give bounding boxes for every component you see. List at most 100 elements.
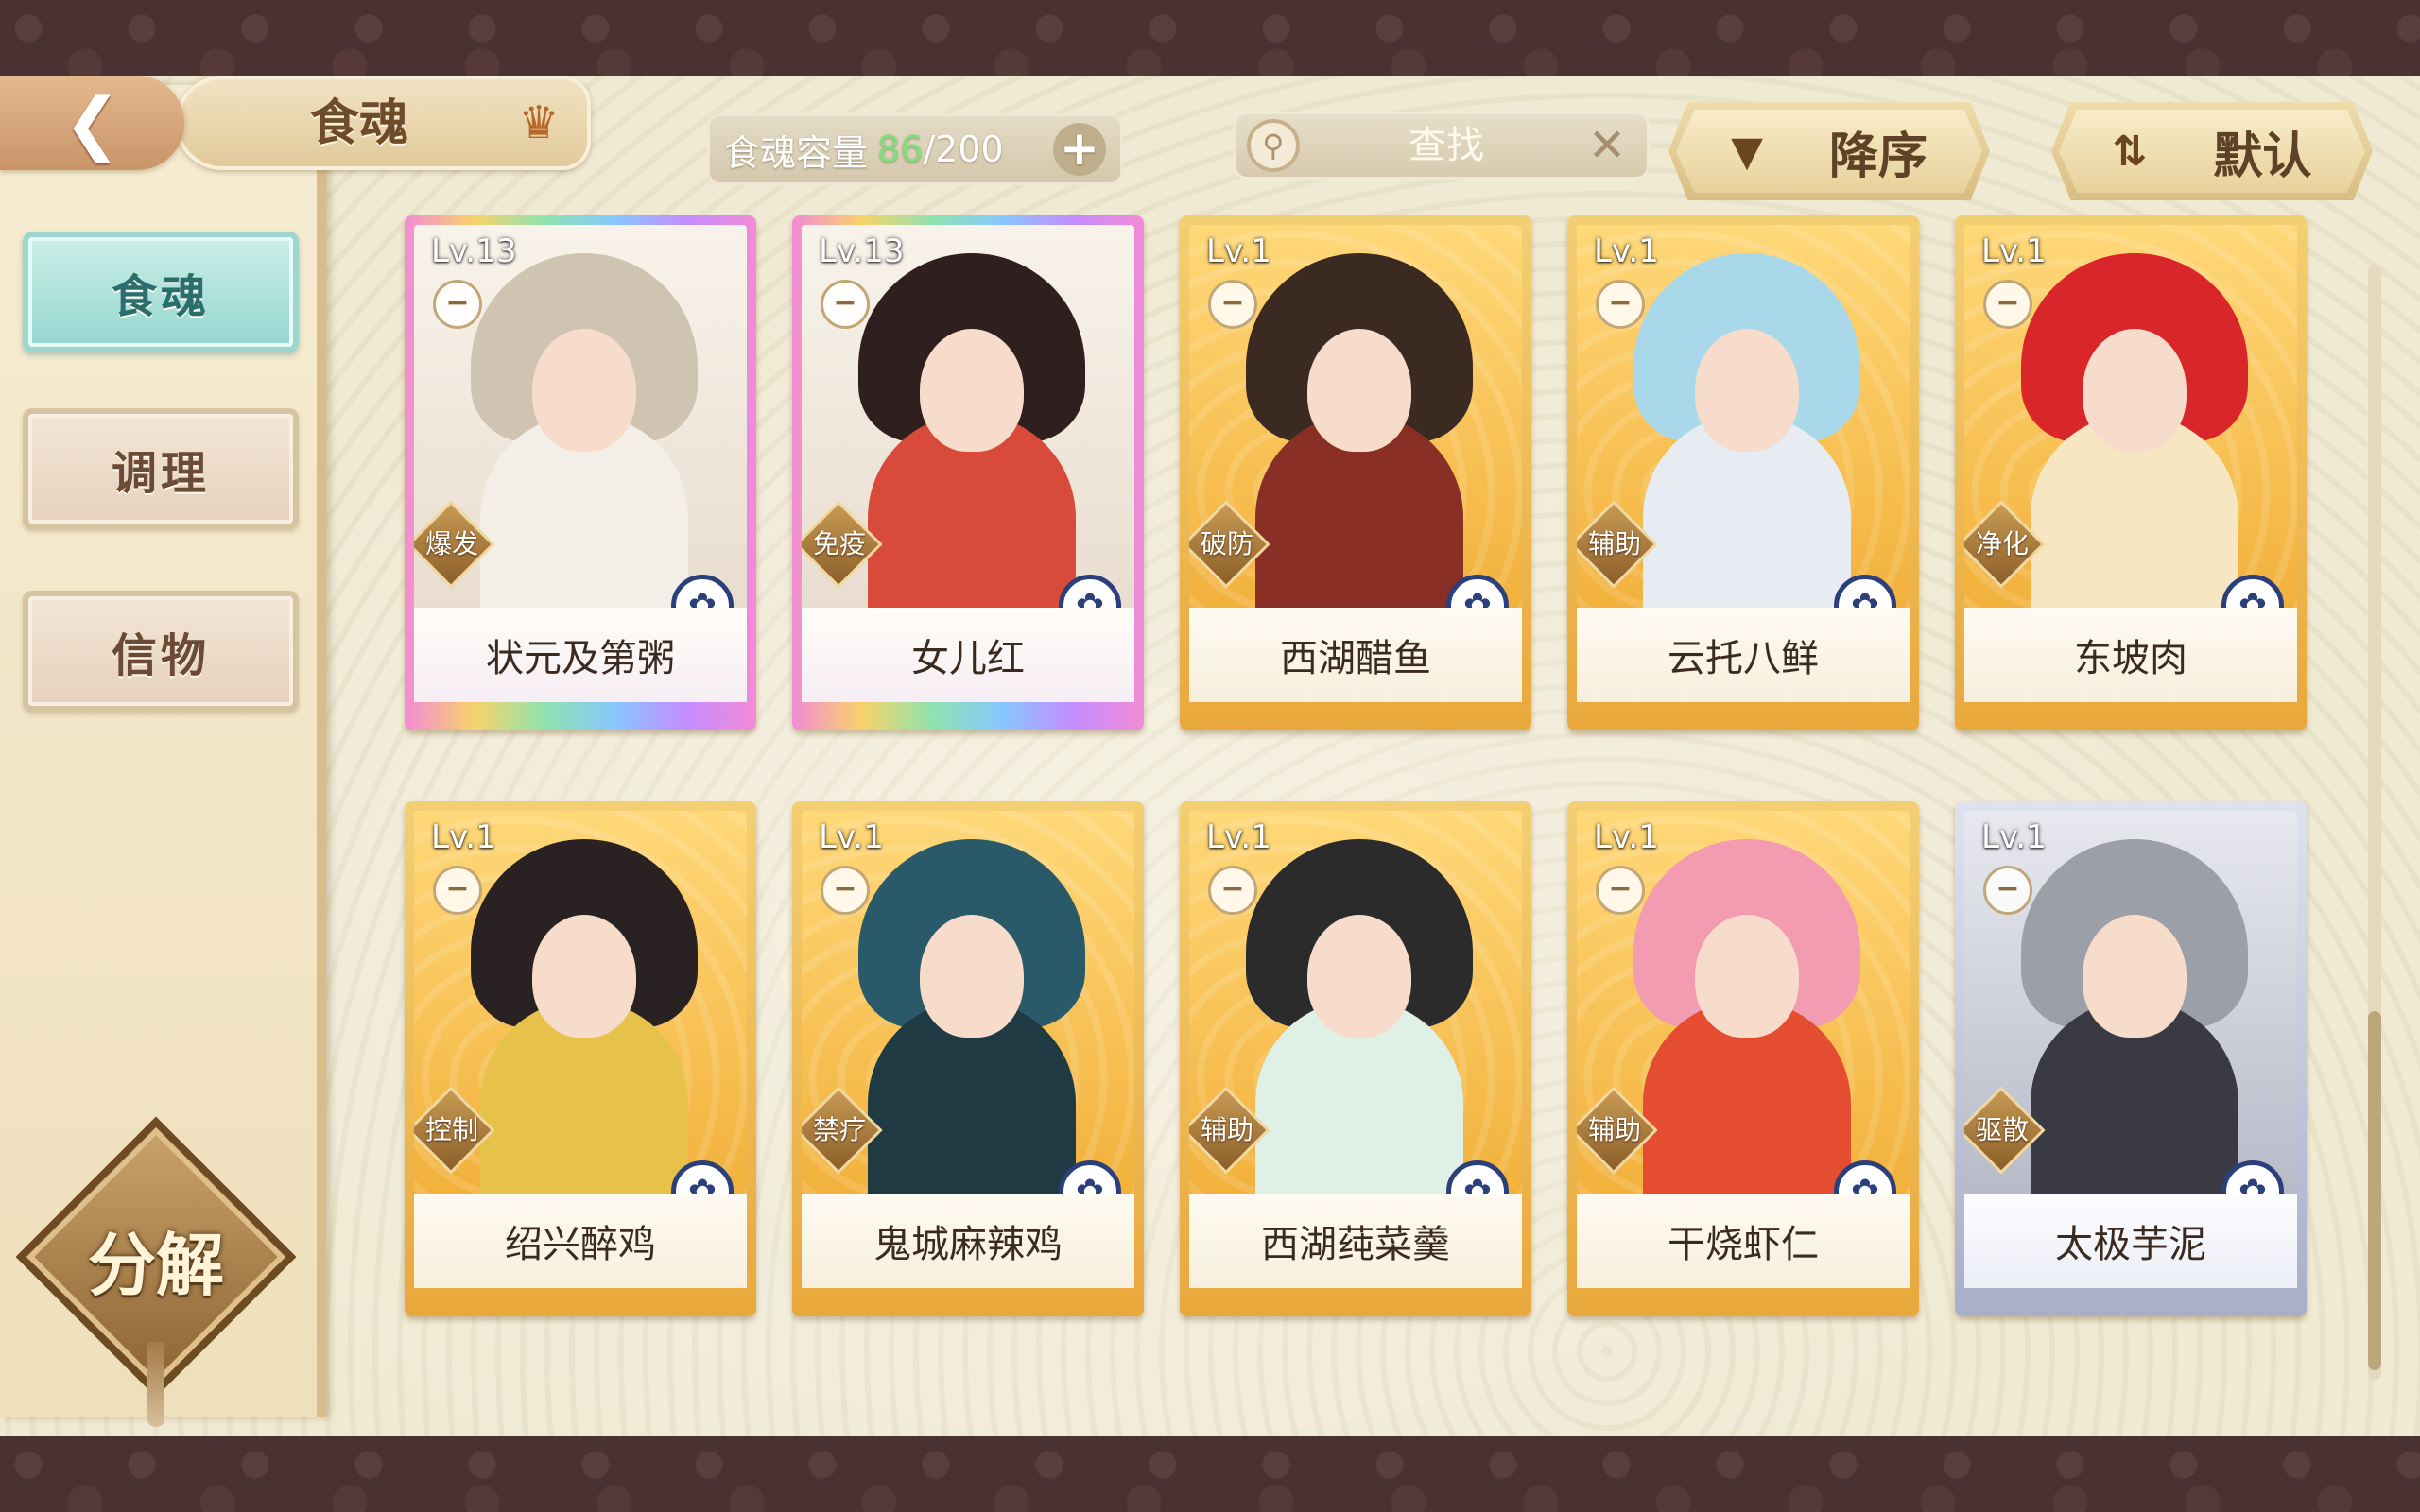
character-face (532, 329, 636, 452)
pot-icon: − (1208, 280, 1257, 329)
food-soul-card[interactable]: Lv.1−辅助๑๑๑๑๑✿干烧虾仁 (1567, 801, 1919, 1316)
bottom-border (0, 1436, 2420, 1512)
type-label: 驱散 (1975, 1114, 2029, 1145)
card-name: 女儿红 (802, 608, 1134, 702)
star-icon: ๑ (2045, 596, 2066, 608)
sidebar-item-tokens[interactable]: 信物 (23, 591, 299, 712)
star-icon: ๑ (1214, 596, 1235, 608)
character-face (1307, 329, 1411, 452)
sidebar-item-conditioning[interactable]: 调理 (23, 408, 299, 529)
tassel-decoration (147, 1342, 164, 1427)
star-rating: ๑๑๑๑๑ (1214, 589, 1308, 608)
crown-icon[interactable]: ♛ (501, 94, 577, 151)
card-level: Lv.1 (1981, 818, 2047, 856)
star-icon: ๑ (458, 1182, 478, 1194)
back-button[interactable]: ❮ (0, 76, 184, 170)
card-level: Lv.1 (1594, 232, 1659, 270)
star-rating: ๑๑๑๑๑ (439, 1175, 533, 1194)
search-icon: ⚲ (1247, 119, 1300, 172)
star-icon: ๑ (1288, 596, 1308, 608)
star-rating: ๑๑๑๑๑ (1989, 589, 2083, 608)
card-name: 云托八鲜 (1577, 608, 1910, 702)
clear-search-icon[interactable]: ✕ (1583, 117, 1631, 174)
card-level: Lv.1 (819, 818, 884, 856)
star-icon: ๑ (882, 596, 903, 608)
food-soul-card[interactable]: Lv.1−辅助๑๑๑๑๑✿云托八鲜 (1567, 215, 1919, 730)
star-icon: ๑ (475, 1182, 496, 1194)
card-name: 鬼城麻辣鸡 (802, 1194, 1134, 1288)
add-capacity-button[interactable]: + (1053, 123, 1106, 176)
star-rating: ๑๑๑๑๑ (826, 1175, 921, 1194)
card-level: Lv.1 (1594, 818, 1659, 856)
star-rating: ๑๑๑๑๑ (826, 589, 921, 608)
character-art: Lv.1−净化๑๑๑๑๑✿ (1964, 225, 2297, 608)
food-soul-card[interactable]: Lv.1−辅助๑๑๑๑๑✿西湖莼菜羹 (1180, 801, 1531, 1316)
type-label: 控制 (424, 1114, 478, 1145)
star-icon: ๑ (494, 1182, 515, 1194)
search-input[interactable] (1309, 117, 1583, 174)
star-icon: ๑ (845, 1182, 866, 1194)
card-name: 西湖醋鱼 (1189, 608, 1522, 702)
food-soul-grid: Lv.13−爆发๑๑๑๑๑✿状元及第粥Lv.13−免疫๑๑๑๑๑✿女儿红Lv.1… (405, 215, 2314, 1331)
star-icon: ๑ (1270, 1182, 1290, 1194)
type-label: 免疫 (812, 528, 866, 559)
character-face (2083, 329, 2187, 452)
star-icon: ๑ (439, 596, 459, 608)
card-level: Lv.1 (431, 818, 496, 856)
character-art: Lv.1−辅助๑๑๑๑๑✿ (1189, 811, 1522, 1194)
star-icon: ๑ (1233, 596, 1253, 608)
star-icon: ๑ (1638, 596, 1659, 608)
character-art: Lv.1−控制๑๑๑๑๑✿ (414, 811, 747, 1194)
star-icon: ๑ (900, 596, 921, 608)
scrollbar[interactable] (2368, 265, 2381, 1380)
star-icon: ๑ (863, 596, 884, 608)
star-rating: ๑๑๑๑๑ (1214, 1175, 1308, 1194)
type-label: 辅助 (1587, 1114, 1641, 1145)
character-art: Lv.1−辅助๑๑๑๑๑✿ (1577, 811, 1910, 1194)
food-soul-card[interactable]: Lv.1−驱散๑๑๑๑๑✿太极芋泥 (1955, 801, 2307, 1316)
decompose-label[interactable]: 分解 (57, 1202, 255, 1315)
star-icon: ๑ (1620, 1182, 1641, 1194)
character-face (532, 915, 636, 1038)
star-icon: ๑ (1214, 1182, 1235, 1194)
star-icon: ๑ (1620, 596, 1641, 608)
star-icon: ๑ (512, 596, 533, 608)
pot-icon: − (1983, 280, 2032, 329)
capacity-max: /200 (923, 129, 1004, 170)
character-face (920, 915, 1024, 1038)
character-art: Lv.1−禁疗๑๑๑๑๑✿ (802, 811, 1134, 1194)
character-face (1695, 915, 1799, 1038)
star-icon: ๑ (2045, 1182, 2066, 1194)
food-soul-card[interactable]: Lv.13−爆发๑๑๑๑๑✿状元及第粥 (405, 215, 756, 730)
type-label: 破防 (1200, 528, 1253, 559)
star-icon: ๑ (494, 596, 515, 608)
card-level: Lv.1 (1206, 818, 1271, 856)
star-icon: ๑ (512, 1182, 533, 1194)
sidebar-item-food-souls[interactable]: 食魂 (23, 232, 299, 352)
food-soul-card[interactable]: Lv.1−净化๑๑๑๑๑✿东坡肉 (1955, 215, 2307, 730)
star-icon: ๑ (900, 1182, 921, 1194)
type-label: 辅助 (1200, 1114, 1253, 1145)
top-border (0, 0, 2420, 76)
star-icon: ๑ (1270, 596, 1290, 608)
card-name: 绍兴醉鸡 (414, 1194, 747, 1288)
star-icon: ๑ (1675, 1182, 1696, 1194)
food-soul-card[interactable]: Lv.13−免疫๑๑๑๑๑✿女儿红 (792, 215, 1144, 730)
character-face (2083, 915, 2187, 1038)
triangle-down-icon: ▼ (1731, 127, 1763, 176)
star-icon: ๑ (845, 596, 866, 608)
food-soul-card[interactable]: Lv.1−控制๑๑๑๑๑✿绍兴醉鸡 (405, 801, 756, 1316)
star-icon: ๑ (2026, 596, 2047, 608)
character-art: Lv.1−辅助๑๑๑๑๑✿ (1577, 225, 1910, 608)
food-soul-card[interactable]: Lv.1−破防๑๑๑๑๑✿西湖醋鱼 (1180, 215, 1531, 730)
sort-mode-button[interactable]: ⇅ 默认 (2051, 102, 2373, 200)
sort-order-button[interactable]: ▼ 降序 (1668, 102, 1990, 200)
star-icon: ๑ (2026, 1182, 2047, 1194)
star-icon: ๑ (458, 596, 478, 608)
star-icon: ๑ (1675, 596, 1696, 608)
pot-icon: − (1596, 866, 1645, 915)
food-soul-card[interactable]: Lv.1−禁疗๑๑๑๑๑✿鬼城麻辣鸡 (792, 801, 1144, 1316)
card-name: 状元及第粥 (414, 608, 747, 702)
card-level: Lv.1 (1206, 232, 1271, 270)
scrollbar-thumb[interactable] (2368, 1011, 2381, 1370)
